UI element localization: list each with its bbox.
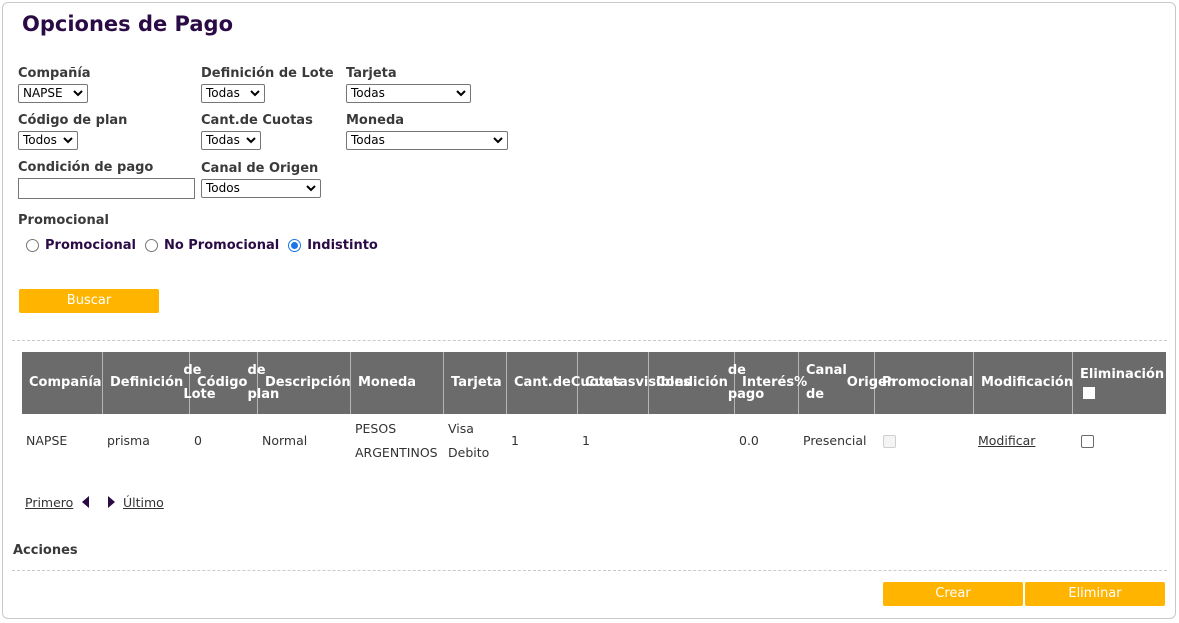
header-cuotas-visibles-line1: Cuotas	[585, 375, 636, 390]
moneda-select-value: Todas	[351, 133, 385, 147]
tarjeta-select[interactable]: Todas	[346, 84, 471, 103]
moneda-label: Moneda	[346, 113, 405, 128]
moneda-select[interactable]: Todas	[346, 131, 508, 150]
cant-cuotas-select[interactable]: Todas	[201, 131, 261, 150]
condicion-pago-label: Condición de pago	[18, 160, 154, 175]
cell-moneda: PESOS ARGENTINOS	[355, 417, 438, 465]
buscar-button[interactable]: Buscar	[19, 289, 159, 313]
header-compania: Compañía	[22, 352, 103, 414]
canal-origen-select-value: Todos	[206, 181, 240, 195]
modificar-link[interactable]: Modificar	[978, 433, 1035, 449]
definicion-lote-label: Definición de Lote	[201, 66, 334, 81]
cell-moneda-line1: PESOS	[355, 421, 397, 436]
cell-descripcion: Normal	[262, 433, 308, 448]
header-eliminacion: Eliminación	[1073, 352, 1166, 414]
cell-moneda-line2: ARGENTINOS	[355, 445, 438, 460]
chevron-down-icon	[306, 185, 316, 192]
page-title: Opciones de Pago	[22, 12, 234, 36]
eliminar-row-checkbox[interactable]	[1081, 435, 1094, 448]
compania-select-value: NAPSE	[23, 86, 63, 100]
cell-cuotas-visibles: 1	[582, 433, 590, 448]
table-header: Compañía Definición de Lote Código de plan…	[22, 352, 1166, 414]
next-arrow-icon[interactable]	[108, 496, 115, 508]
cell-codigo-plan: 0	[194, 433, 202, 448]
divider	[12, 570, 1167, 571]
header-cuotas-visibles: Cuotas visibles	[578, 352, 691, 414]
tarjeta-label: Tarjeta	[346, 66, 397, 81]
header-definicion-lote-line1: Definición	[110, 375, 184, 390]
header-interes-line1: Interés	[742, 375, 795, 390]
compania-select[interactable]: NAPSE	[18, 84, 88, 103]
chevron-down-icon	[493, 137, 503, 144]
crear-button[interactable]: Crear	[883, 582, 1023, 606]
canal-origen-label: Canal de Origen	[201, 161, 319, 176]
chevron-down-icon	[250, 90, 260, 97]
chevron-down-icon	[63, 137, 73, 144]
header-definicion-lote: Definición de Lote	[103, 352, 216, 414]
cant-cuotas-select-value: Todas	[206, 133, 240, 147]
header-eliminacion-label: Eliminación	[1080, 367, 1165, 382]
header-descripcion: Descripción	[258, 352, 351, 414]
header-interes: Interés%	[735, 352, 807, 414]
header-condicion-pago-line1: Condición	[656, 375, 728, 390]
cell-tarjeta-line2: Debito	[448, 445, 490, 460]
cell-definicion-lote: prisma	[107, 433, 150, 448]
header-cant-cuotas: Cant.de Cuotas	[507, 352, 621, 414]
primero-link[interactable]: Primero	[25, 495, 73, 511]
promocional-checkbox	[883, 435, 896, 448]
compania-label: Compañía	[18, 66, 91, 81]
eliminar-button[interactable]: Eliminar	[1025, 582, 1165, 606]
header-moneda: Moneda	[351, 352, 444, 414]
header-modificacion: Modificación	[974, 352, 1073, 414]
radio-no-promocional-label: No Promocional	[163, 237, 280, 253]
definicion-lote-select[interactable]: Todas	[201, 84, 265, 103]
promocional-label: Promocional	[18, 213, 109, 228]
definicion-lote-select-value: Todas	[206, 86, 240, 100]
header-codigo-plan: Código de plan	[190, 352, 279, 414]
cant-cuotas-label: Cant.de Cuotas	[201, 113, 313, 128]
cell-tarjeta-line1: Visa	[448, 421, 474, 436]
radio-indistinto-label: Indistinto	[307, 237, 378, 253]
header-cant-cuotas-line1: Cant.de	[514, 375, 571, 390]
chevron-down-icon	[456, 90, 466, 97]
radio-promocional[interactable]	[26, 238, 39, 252]
select-all-checkbox[interactable]	[1083, 387, 1095, 399]
acciones-title: Acciones	[13, 543, 78, 558]
tarjeta-select-value: Todas	[351, 86, 385, 100]
codigo-plan-select[interactable]: Todos	[18, 131, 78, 150]
condicion-pago-input[interactable]	[18, 178, 195, 199]
header-condicion-pago: Condición de pago	[649, 352, 764, 414]
canal-origen-select[interactable]: Todos	[201, 179, 321, 198]
codigo-plan-select-value: Todos	[23, 133, 57, 147]
promocional-radio-group: Promocional No Promocional Indistinto	[26, 236, 387, 254]
page-frame	[2, 2, 1176, 619]
divider	[12, 340, 1167, 341]
radio-indistinto[interactable]	[288, 238, 302, 252]
header-canal-origen-line1: Canal de	[806, 363, 847, 402]
radio-no-promocional[interactable]	[144, 238, 158, 252]
previous-arrow-icon[interactable]	[82, 496, 89, 508]
cell-cant-cuotas: 1	[511, 433, 519, 448]
cell-interes: 0.0	[739, 433, 759, 448]
chevron-down-icon	[246, 137, 256, 144]
radio-promocional-label: Promocional	[45, 237, 136, 253]
chevron-down-icon	[73, 90, 83, 97]
header-tarjeta: Tarjeta	[444, 352, 507, 414]
header-canal-origen: Canal de Origen	[799, 352, 896, 414]
cell-canal-origen: Presencial	[803, 433, 867, 448]
codigo-plan-label: Código de plan	[18, 113, 128, 128]
ultimo-link[interactable]: Último	[123, 495, 164, 511]
header-codigo-plan-line1: Código	[197, 375, 248, 390]
header-promocional: Promocional	[875, 352, 974, 414]
cell-tarjeta: Visa Debito	[448, 417, 489, 465]
cell-compania: NAPSE	[26, 433, 68, 448]
